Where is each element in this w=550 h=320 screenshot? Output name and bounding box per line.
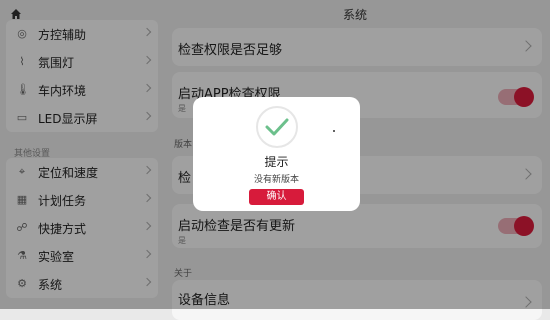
cursor-dot [333, 130, 335, 132]
dialog-title: 提示 [264, 155, 289, 169]
update-dialog: 提示 没有新版本 确认 [193, 97, 360, 211]
app-root: ◎ 方控辅助 ⌇ 氛围灯 🌡 车内环境 ▭ LED显示屏 其他设置 ⌖ 定位和速… [0, 0, 550, 320]
confirm-button[interactable]: 确认 [249, 189, 304, 205]
check-circle-icon [256, 106, 298, 148]
dialog-message: 没有新版本 [253, 175, 299, 185]
